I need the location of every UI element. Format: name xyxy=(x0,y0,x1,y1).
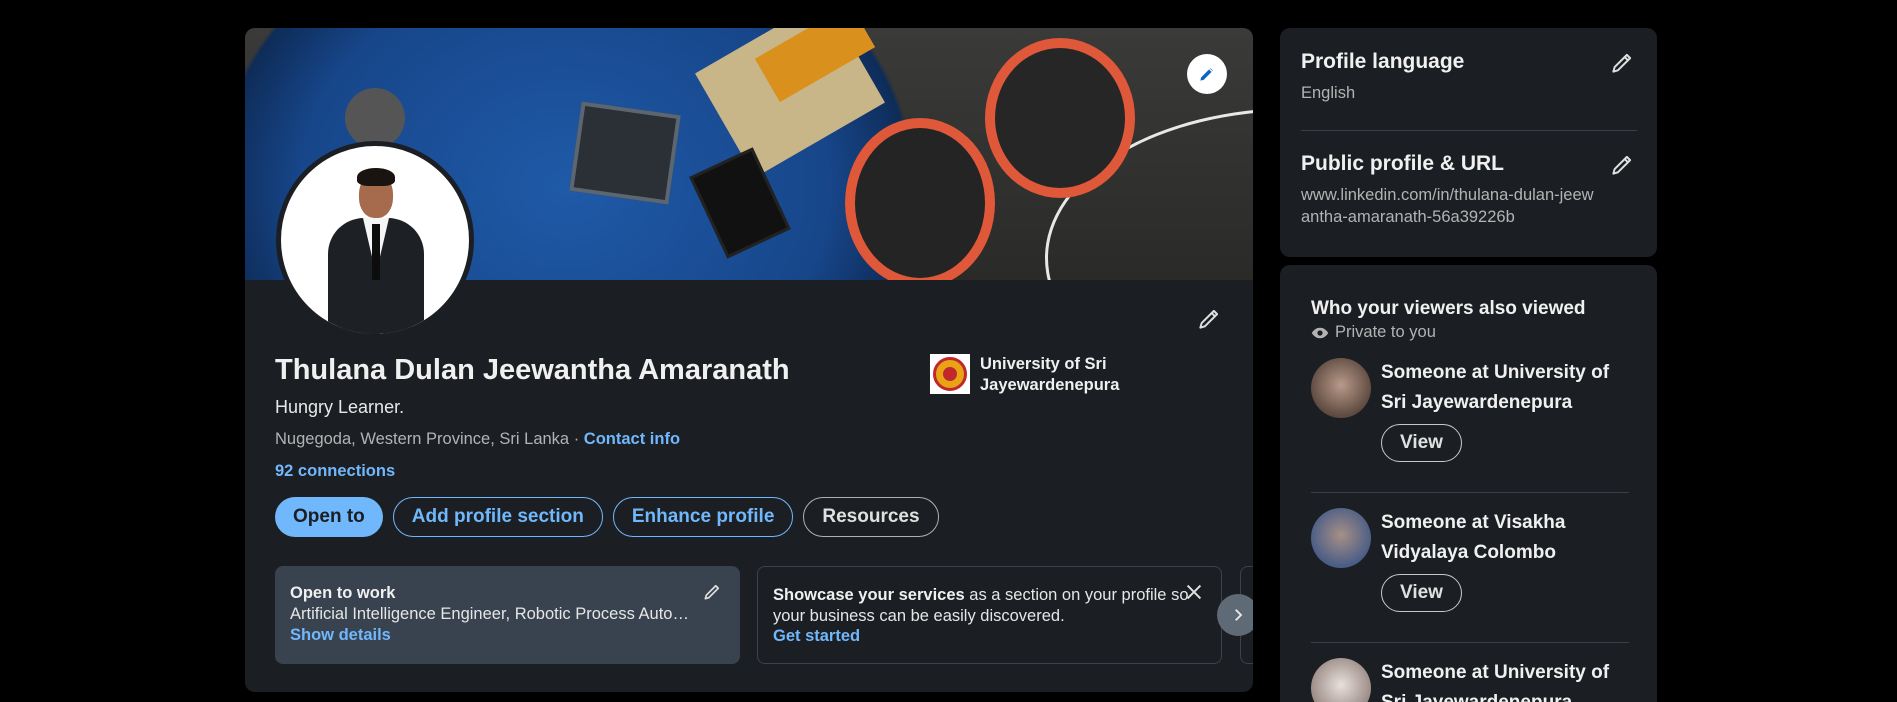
profile-photo[interactable] xyxy=(276,141,474,339)
carousel-next-button[interactable] xyxy=(1217,594,1253,636)
location-text: Nugegoda, Western Province, Sri Lanka xyxy=(275,430,570,448)
connections-link[interactable]: 92 connections xyxy=(275,462,395,481)
open-to-work-card[interactable]: Open to work Artificial Intelligence Eng… xyxy=(275,566,740,664)
profile-actions: Open to Add profile section Enhance prof… xyxy=(275,497,939,537)
chevron-right-icon xyxy=(1235,609,1243,621)
open-to-work-title: Open to work xyxy=(290,584,396,602)
open-to-button[interactable]: Open to xyxy=(275,497,383,537)
open-to-work-roles: Artificial Intelligence Engineer, Roboti… xyxy=(290,605,700,623)
edit-public-url-button[interactable] xyxy=(1609,152,1637,180)
edit-cover-button[interactable] xyxy=(1187,54,1227,94)
profile-cards-carousel: Open to work Artificial Intelligence Eng… xyxy=(275,566,1253,666)
viewer-name[interactable]: Someone at University of Sri Jayewardene… xyxy=(1381,358,1631,418)
private-note: Private to you xyxy=(1311,323,1436,342)
viewer-avatar xyxy=(1311,658,1371,702)
profile-name: Thulana Dulan Jeewantha Amaranath xyxy=(275,354,790,386)
location-line: Nugegoda, Western Province, Sri Lanka · … xyxy=(275,430,680,449)
divider xyxy=(1301,130,1637,131)
profile-card: Thulana Dulan Jeewantha Amaranath Hungry… xyxy=(245,28,1253,692)
close-icon xyxy=(1186,584,1202,600)
divider xyxy=(1311,642,1629,643)
viewer-name[interactable]: Someone at University of Sri Jayewardene… xyxy=(1381,658,1631,702)
pencil-icon xyxy=(1612,155,1632,175)
get-started-link[interactable]: Get started xyxy=(773,627,1206,646)
pencil-icon xyxy=(1612,53,1632,73)
divider xyxy=(1311,492,1629,493)
university-logo xyxy=(930,354,970,394)
pencil-icon xyxy=(704,584,720,600)
edit-intro-button[interactable] xyxy=(1192,302,1226,336)
view-button[interactable]: View xyxy=(1381,574,1462,612)
profile-settings-card: Profile language English Public profile … xyxy=(1280,28,1657,257)
profile-language-title: Profile language xyxy=(1301,50,1465,73)
public-profile-section: Public profile & URL www.linkedin.com/in… xyxy=(1301,152,1637,228)
dismiss-services-button[interactable] xyxy=(1183,581,1207,605)
add-profile-section-button[interactable]: Add profile section xyxy=(392,497,603,537)
private-text: Private to you xyxy=(1335,323,1436,341)
eye-icon xyxy=(1311,327,1329,338)
show-details-link[interactable]: Show details xyxy=(290,626,725,645)
edit-language-button[interactable] xyxy=(1609,50,1637,78)
contact-info-link[interactable]: Contact info xyxy=(584,430,680,448)
pencil-icon xyxy=(1200,68,1213,81)
view-button[interactable]: View xyxy=(1381,424,1462,462)
separator: · xyxy=(569,430,584,448)
edit-open-to-work-button[interactable] xyxy=(702,582,726,606)
services-text: Showcase your services as a section on y… xyxy=(773,585,1193,627)
pencil-icon xyxy=(1199,309,1219,329)
viewer-avatar xyxy=(1311,508,1371,568)
profile-language-value: English xyxy=(1301,84,1356,102)
education-link[interactable]: University of Sri Jayewardenepura xyxy=(930,354,1130,396)
viewers-also-viewed-card: Who your viewers also viewed Private to … xyxy=(1280,265,1657,702)
public-profile-title: Public profile & URL xyxy=(1301,152,1505,175)
services-bold: Showcase your services xyxy=(773,586,965,604)
viewer-avatar xyxy=(1311,358,1371,418)
school-name: University of Sri Jayewardenepura xyxy=(980,355,1120,394)
services-card: Showcase your services as a section on y… xyxy=(757,566,1222,664)
profile-headline: Hungry Learner. xyxy=(275,397,405,417)
profile-language-section: Profile language English xyxy=(1301,50,1637,104)
enhance-profile-button[interactable]: Enhance profile xyxy=(612,497,794,537)
resources-button[interactable]: Resources xyxy=(803,497,939,537)
viewers-title: Who your viewers also viewed xyxy=(1311,298,1586,319)
public-profile-url[interactable]: www.linkedin.com/in/thulana-dulan-jeewan… xyxy=(1301,184,1601,228)
viewer-name[interactable]: Someone at Visakha Vidyalaya Colombo xyxy=(1381,508,1631,568)
